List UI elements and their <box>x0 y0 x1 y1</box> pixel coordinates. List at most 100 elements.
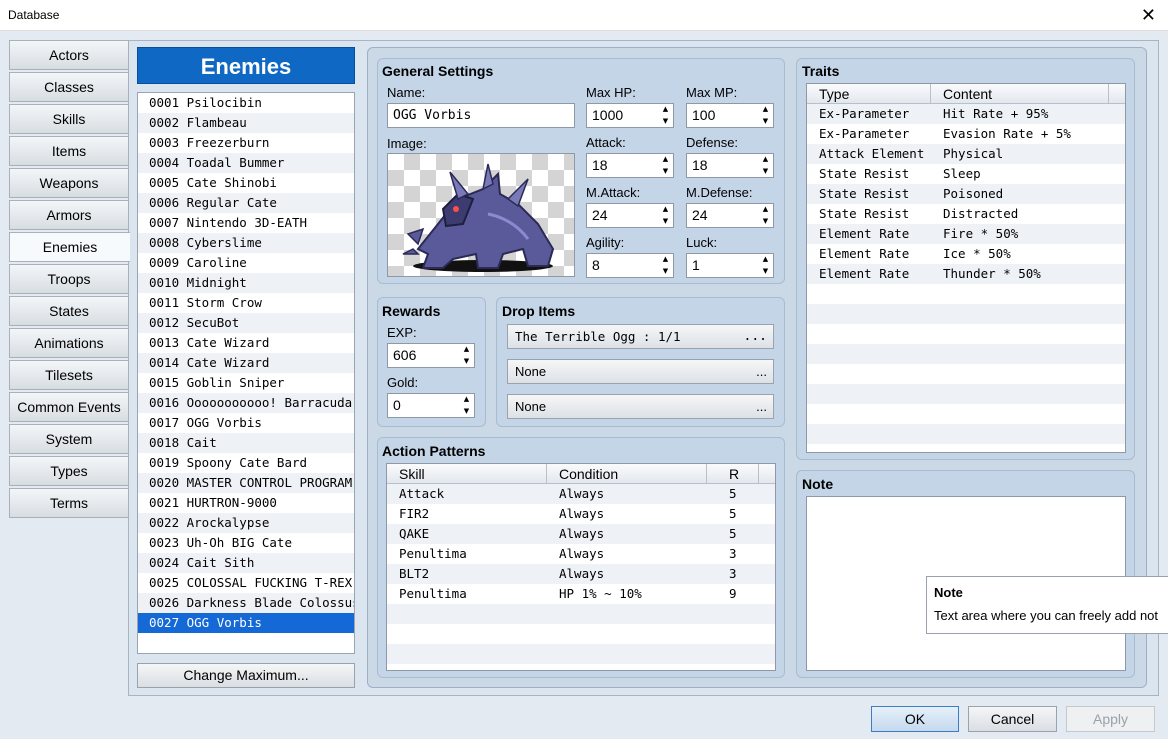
list-item[interactable]: 0018 Cait <box>138 433 354 453</box>
ok-button[interactable]: OK <box>871 706 959 732</box>
col-rating[interactable]: R <box>707 464 759 484</box>
table-row[interactable] <box>807 404 1125 424</box>
table-row[interactable]: Penultima HP 1% ~ 10% 9 <box>387 584 775 604</box>
m-defense-stepper[interactable]: ▲ ▼ <box>758 204 773 227</box>
table-row[interactable] <box>807 444 1125 452</box>
table-row[interactable]: State Resist Poisoned <box>807 184 1125 204</box>
close-icon[interactable]: ✕ <box>1141 5 1156 26</box>
list-item[interactable]: 0005 Cate Shinobi <box>138 173 354 193</box>
agility-stepper[interactable]: ▲ ▼ <box>658 254 673 277</box>
name-field[interactable]: OGG Vorbis <box>387 103 575 128</box>
gold-input[interactable]: 0 ▲ ▼ <box>387 393 475 418</box>
tab-skills[interactable]: Skills <box>9 104 129 134</box>
list-item[interactable]: 0010 Midnight <box>138 273 354 293</box>
table-row[interactable] <box>387 644 775 664</box>
m-defense-input[interactable]: 24 ▲ ▼ <box>686 203 774 228</box>
list-item[interactable]: 0009 Caroline <box>138 253 354 273</box>
list-item[interactable]: 0016 Ooooooooooo! Barracuda <box>138 393 354 413</box>
m-attack-stepper[interactable]: ▲ ▼ <box>658 204 673 227</box>
list-item[interactable]: 0015 Goblin Sniper <box>138 373 354 393</box>
enemy-list[interactable]: 0001 Psilocibin 0002 Flambeau 0003 Freezer… <box>137 92 355 654</box>
table-row[interactable] <box>387 624 775 644</box>
col-type[interactable]: Type <box>807 84 931 104</box>
list-item[interactable]: 0012 SecuBot <box>138 313 354 333</box>
agility-input[interactable]: 8 ▲ ▼ <box>586 253 674 278</box>
list-item[interactable]: 0020 MASTER CONTROL PROGRAM <box>138 473 354 493</box>
tab-actors[interactable]: Actors <box>9 40 129 70</box>
action-patterns-table[interactable]: Skill Condition R Attack Always 5 FIR2 Alway… <box>386 463 776 671</box>
list-item[interactable]: 0026 Darkness Blade Colossus <box>138 593 354 613</box>
list-item[interactable]: 0004 Toadal Bummer <box>138 153 354 173</box>
tab-armors[interactable]: Armors <box>9 200 129 230</box>
list-item[interactable]: 0008 Cyberslime <box>138 233 354 253</box>
defense-stepper[interactable]: ▲ ▼ <box>758 154 773 177</box>
tab-types[interactable]: Types <box>9 456 129 486</box>
table-row[interactable] <box>807 324 1125 344</box>
list-item[interactable]: 0023 Uh-Oh BIG Cate <box>138 533 354 553</box>
table-row[interactable] <box>807 384 1125 404</box>
tab-terms[interactable]: Terms <box>9 488 129 518</box>
tab-weapons[interactable]: Weapons <box>9 168 129 198</box>
list-item[interactable]: 0017 OGG Vorbis <box>138 413 354 433</box>
max-mp-stepper[interactable]: ▲ ▼ <box>758 104 773 127</box>
list-item[interactable]: 0027 OGG Vorbis <box>138 613 354 633</box>
list-item[interactable]: 0025 COLOSSAL FUCKING T-REX <box>138 573 354 593</box>
table-row[interactable]: FIR2 Always 5 <box>387 504 775 524</box>
attack-input[interactable]: 18 ▲ ▼ <box>586 153 674 178</box>
exp-input[interactable]: 606 ▲ ▼ <box>387 343 475 368</box>
list-item[interactable]: 0007 Nintendo 3D-EATH <box>138 213 354 233</box>
table-row[interactable] <box>387 604 775 624</box>
list-item[interactable]: 0024 Cait Sith <box>138 553 354 573</box>
attack-stepper[interactable]: ▲ ▼ <box>658 154 673 177</box>
table-row[interactable]: Penultima Always 3 <box>387 544 775 564</box>
tab-troops[interactable]: Troops <box>9 264 129 294</box>
table-row[interactable]: Ex-Parameter Hit Rate + 95% <box>807 104 1125 124</box>
tab-common-events[interactable]: Common Events <box>9 392 129 422</box>
table-row[interactable]: Element Rate Fire * 50% <box>807 224 1125 244</box>
table-row[interactable]: State Resist Distracted <box>807 204 1125 224</box>
list-item[interactable]: 0022 Arockalypse <box>138 513 354 533</box>
m-attack-input[interactable]: 24 ▲ ▼ <box>586 203 674 228</box>
tab-animations[interactable]: Animations <box>9 328 129 358</box>
table-row[interactable] <box>807 304 1125 324</box>
list-item[interactable]: 0006 Regular Cate <box>138 193 354 213</box>
drop-item-2[interactable]: None... <box>507 359 774 384</box>
col-skill[interactable]: Skill <box>387 464 547 484</box>
gold-stepper[interactable]: ▲ ▼ <box>459 394 474 417</box>
tab-classes[interactable]: Classes <box>9 72 129 102</box>
table-row[interactable]: Element Rate Ice * 50% <box>807 244 1125 264</box>
change-maximum-button[interactable]: Change Maximum... <box>137 663 355 688</box>
tab-items[interactable]: Items <box>9 136 129 166</box>
table-row[interactable] <box>807 284 1125 304</box>
tab-system[interactable]: System <box>9 424 129 454</box>
traits-table[interactable]: Type Content Ex-Parameter Hit Rate + 95% E… <box>806 83 1126 453</box>
table-row[interactable]: BLT2 Always 3 <box>387 564 775 584</box>
list-item[interactable]: 0001 Psilocibin <box>138 93 354 113</box>
tab-states[interactable]: States <box>9 296 129 326</box>
drop-item-3[interactable]: None... <box>507 394 774 419</box>
table-row[interactable] <box>807 364 1125 384</box>
table-row[interactable] <box>807 344 1125 364</box>
col-content[interactable]: Content <box>931 84 1109 104</box>
col-condition[interactable]: Condition <box>547 464 707 484</box>
table-row[interactable]: QAKE Always 5 <box>387 524 775 544</box>
max-hp-stepper[interactable]: ▲ ▼ <box>658 104 673 127</box>
apply-button[interactable]: Apply <box>1066 706 1155 732</box>
table-row[interactable]: Ex-Parameter Evasion Rate + 5% <box>807 124 1125 144</box>
list-item[interactable]: 0014 Cate Wizard <box>138 353 354 373</box>
max-mp-input[interactable]: 100 ▲ ▼ <box>686 103 774 128</box>
drop-item-1[interactable]: The Terrible Ogg : 1/1... <box>507 324 774 349</box>
max-hp-input[interactable]: 1000 ▲ ▼ <box>586 103 674 128</box>
table-row[interactable]: Attack Element Physical <box>807 144 1125 164</box>
table-row[interactable]: Attack Always 5 <box>387 484 775 504</box>
table-row[interactable]: State Resist Sleep <box>807 164 1125 184</box>
list-item[interactable]: 0021 HURTRON-9000 <box>138 493 354 513</box>
tab-tilesets[interactable]: Tilesets <box>9 360 129 390</box>
list-item[interactable]: 0003 Freezerburn <box>138 133 354 153</box>
list-item[interactable]: 0019 Spoony Cate Bard <box>138 453 354 473</box>
tab-enemies[interactable]: Enemies <box>9 232 130 262</box>
list-item[interactable]: 0011 Storm Crow <box>138 293 354 313</box>
luck-stepper[interactable]: ▲ ▼ <box>758 254 773 277</box>
list-item[interactable]: 0002 Flambeau <box>138 113 354 133</box>
table-row[interactable] <box>807 424 1125 444</box>
